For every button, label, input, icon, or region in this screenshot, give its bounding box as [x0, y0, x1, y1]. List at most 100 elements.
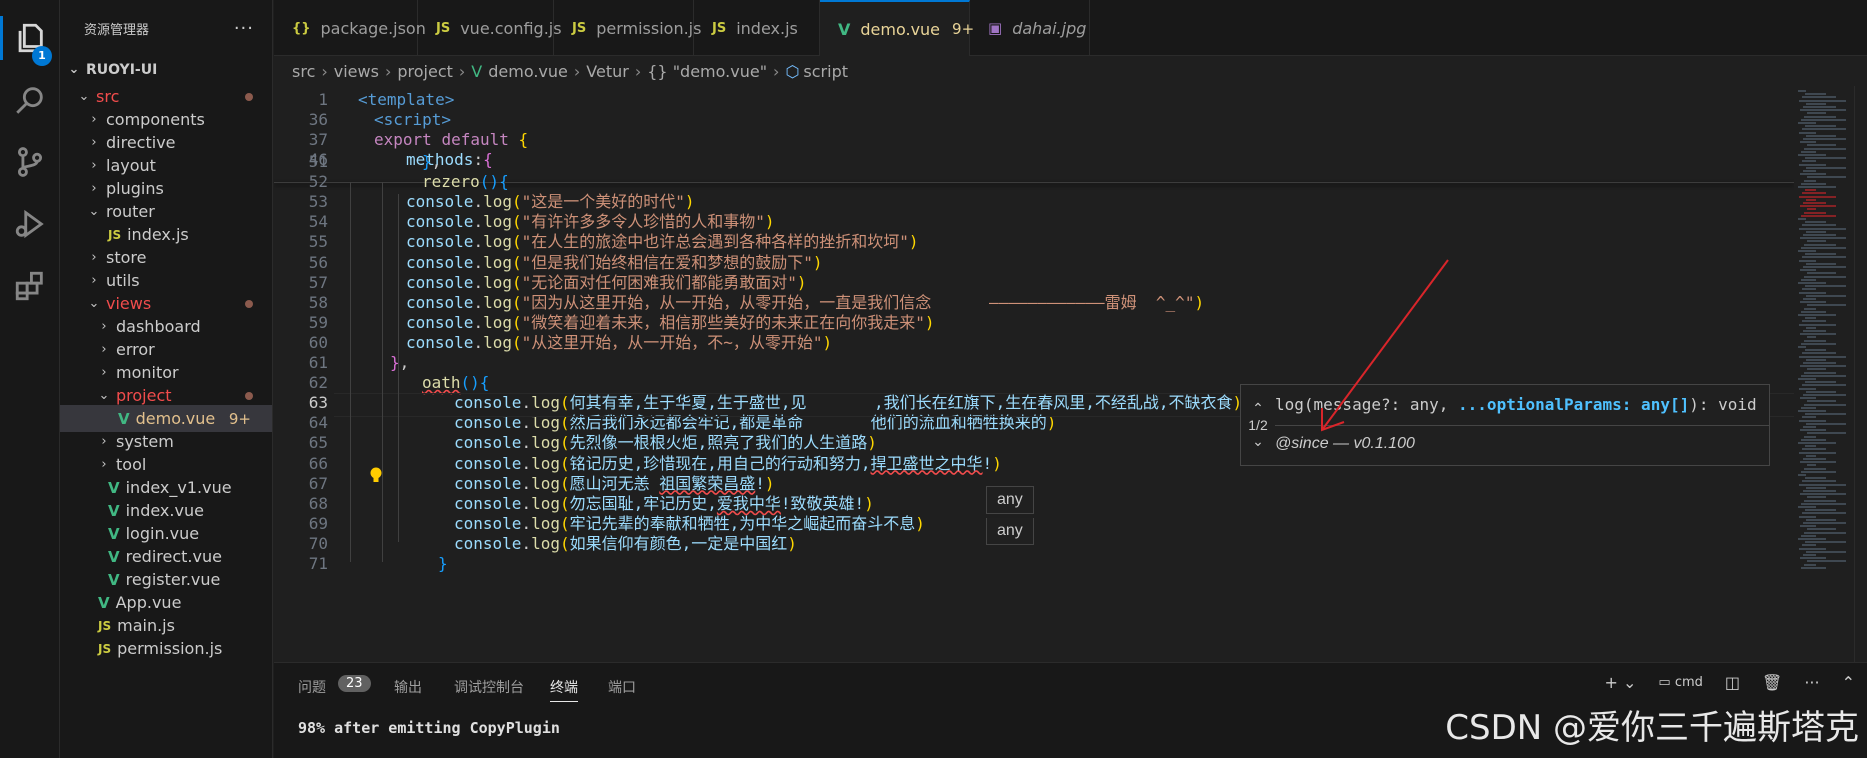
tab-ports[interactable]: 端口 [608, 677, 636, 697]
tab-output[interactable]: 输出 [394, 677, 422, 697]
code-line[interactable]: 54 console.log("有许许多多令人珍惜的人和事物") [274, 212, 1794, 232]
tree-item-permission-js[interactable]: JS permission.js [60, 635, 272, 662]
code-text: console.log(铭记历史,珍惜现在,用自己的行动和努力,捍卫盛世之中华!… [454, 453, 1002, 473]
chevron-right-icon: › [101, 342, 107, 357]
tree-item-label: plugins [106, 179, 164, 198]
chevron-up-icon[interactable]: ⌃ [1842, 673, 1855, 692]
more-actions-icon[interactable]: ··· [234, 18, 254, 39]
tab-permission-js[interactable]: JS permission.js [554, 0, 701, 56]
code-text: console.log(勿忘国耻,牢记历史,爱我中华!致敬英雄!) [454, 493, 874, 513]
tab-demo-vue[interactable]: Vdemo.vue 9+ [820, 0, 974, 56]
trash-icon[interactable]: 🗑 [1762, 673, 1782, 692]
indent-guide [382, 182, 383, 562]
minimap-line [1800, 429, 1826, 432]
tree-item-label: components [106, 110, 205, 129]
problem-count: 9+ [228, 409, 251, 428]
tab-label: package.json [320, 18, 426, 38]
code-line[interactable]: 71} [274, 554, 1794, 574]
breadcrumb-item[interactable]: project [397, 62, 453, 81]
code-line[interactable]: 69 console.log(牢记先辈的奉献和牺牲,为中华之崛起而奋斗不息) [274, 514, 1794, 534]
code-line[interactable]: 61}, [274, 353, 1794, 373]
minimap-line [1806, 134, 1836, 137]
code-line[interactable]: 57 console.log("无论面对任何困难我们都能勇敢面对") [274, 273, 1794, 293]
breadcrumb-item[interactable]: Vetur [586, 62, 629, 81]
signature-counter: 1/2 [1248, 417, 1268, 433]
code-line[interactable]: 55 console.log("在人生的旅途中也许总会遇到各种各样的挫折和坎坷") [274, 232, 1794, 252]
chevron-down-icon[interactable]: ⌄ [1252, 433, 1264, 450]
breadcrumb-item[interactable]: script [803, 62, 848, 81]
minimap-line [1806, 230, 1826, 233]
type-hover-text-2: any [997, 522, 1023, 539]
minimap-line [1798, 410, 1826, 412]
editor-tabs: {} package.json JS vue.config.js JS permissio… [274, 0, 1867, 56]
code-text: console.log("有许许多多令人珍惜的人和事物") [406, 212, 775, 232]
code-text: console.log(如果信仰有颜色,一定是中国红) [454, 533, 797, 553]
terminal-profile-label: cmd [1674, 675, 1703, 690]
breadcrumb-item[interactable]: src [292, 62, 315, 81]
tab-label: permission.js [596, 18, 702, 38]
minimap-line [1799, 483, 1846, 486]
explorer-icon[interactable]: 1 [0, 10, 60, 66]
panel-toolbar: + ⌄ ▭ cmd ◫ 🗑 ··· ⌃ [1604, 673, 1855, 692]
minimap[interactable] [1794, 86, 1854, 662]
vertical-scrollbar[interactable] [1854, 86, 1867, 662]
minimap-line [1799, 451, 1836, 454]
breadcrumb-item[interactable]: {} "demo.vue" [647, 62, 767, 81]
minimap-line [1802, 160, 1816, 163]
code-line[interactable]: 67 console.log(愿山河无恙 祖国繁荣昌盛!) [274, 474, 1794, 494]
code-line[interactable]: 60 console.log("从这里开始，从一开始，不~，从零开始") [274, 333, 1794, 353]
code-editor[interactable]: 1 <template> 36 <script> 37 export default {4… [274, 86, 1794, 662]
code-line[interactable]: 70 console.log(如果信仰有颜色,一定是中国红) [274, 534, 1794, 554]
chevron-up-icon[interactable]: ⌃ [1252, 400, 1264, 417]
project-name: RUOYI-UI [86, 61, 158, 78]
line-number: 37 [308, 130, 328, 149]
tab-problems[interactable]: 问题 [298, 677, 326, 697]
tab-package-json[interactable]: {} package.json [274, 0, 426, 56]
indent-guide [350, 182, 351, 562]
code-line[interactable]: 1 <template> [274, 90, 1794, 110]
minimap-line [1799, 227, 1846, 230]
run-debug-icon[interactable] [0, 196, 60, 252]
breadcrumb: src › views › project › Vdemo.vue › Vetur ›{} "de… [274, 56, 848, 86]
tab-terminal[interactable]: 终端 [550, 677, 578, 702]
tree-item-label: utils [106, 271, 140, 290]
tab-vue-config-js[interactable]: JS vue.config.js [418, 0, 562, 56]
code-line[interactable]: 58 console.log("因为从这里开始，从一开始，从零开始，一直是我们信念… [274, 293, 1794, 313]
terminal-profile-button[interactable]: ▭ cmd [1658, 675, 1703, 690]
tree-item-label: index_v1.vue [125, 478, 232, 497]
minimap-line [1802, 512, 1846, 515]
code-line[interactable]: 56 console.log("但是我们始终相信在爱和梦想的鼓励下") [274, 253, 1794, 273]
extensions-icon[interactable] [0, 258, 60, 314]
code-text: <template> [358, 90, 455, 109]
minimap-line [1803, 458, 1826, 460]
split-terminal-icon[interactable]: ◫ [1725, 673, 1740, 692]
source-control-icon[interactable] [0, 134, 60, 190]
code-line[interactable]: 59 console.log("微笑着迎着未来，相信那些美好的未来正在向你我走来"… [274, 313, 1794, 333]
minimap-line [1798, 378, 1816, 380]
code-line[interactable]: 68 console.log(勿忘国耻,牢记历史,爱我中华!致敬英雄!) [274, 494, 1794, 514]
code-line[interactable]: 37 export default { [274, 130, 1794, 150]
chevron-right-icon: › [321, 61, 328, 81]
tab-debug-console[interactable]: 调试控制台 [454, 677, 524, 697]
code-line[interactable]: 52 rezero(){ [274, 172, 1794, 192]
tab-index-js[interactable]: JS index.js [694, 0, 820, 56]
minimap-line [1801, 118, 1846, 121]
vue-file-icon: V [118, 409, 130, 428]
minimap-line [1803, 490, 1836, 492]
line-number: 1 [318, 90, 328, 109]
code-line[interactable]: 53 console.log("这是一个美好的时代") [274, 192, 1794, 212]
new-terminal-button[interactable]: + ⌄ [1604, 673, 1636, 692]
minimap-line [1803, 234, 1836, 236]
minimap-line [1803, 106, 1836, 108]
breadcrumb-item[interactable]: views [334, 62, 379, 81]
breadcrumb-item[interactable]: demo.vue [488, 62, 568, 81]
tab-dahai-jpg[interactable]: ▣ dahai.jpg [970, 0, 1090, 56]
code-text: console.log(牢记先辈的奉献和牺牲,为中华之崛起而奋斗不息) [454, 513, 925, 533]
code-line[interactable]: 36 <script> [274, 110, 1794, 130]
code-line[interactable]: 51}, [274, 152, 1794, 172]
code-text: <script> [374, 110, 452, 129]
project-root[interactable]: ⌄ RUOYI-UI [60, 56, 272, 83]
search-icon[interactable] [0, 72, 60, 128]
minimap-line [1801, 182, 1826, 185]
ellipsis-icon[interactable]: ··· [1804, 673, 1819, 692]
